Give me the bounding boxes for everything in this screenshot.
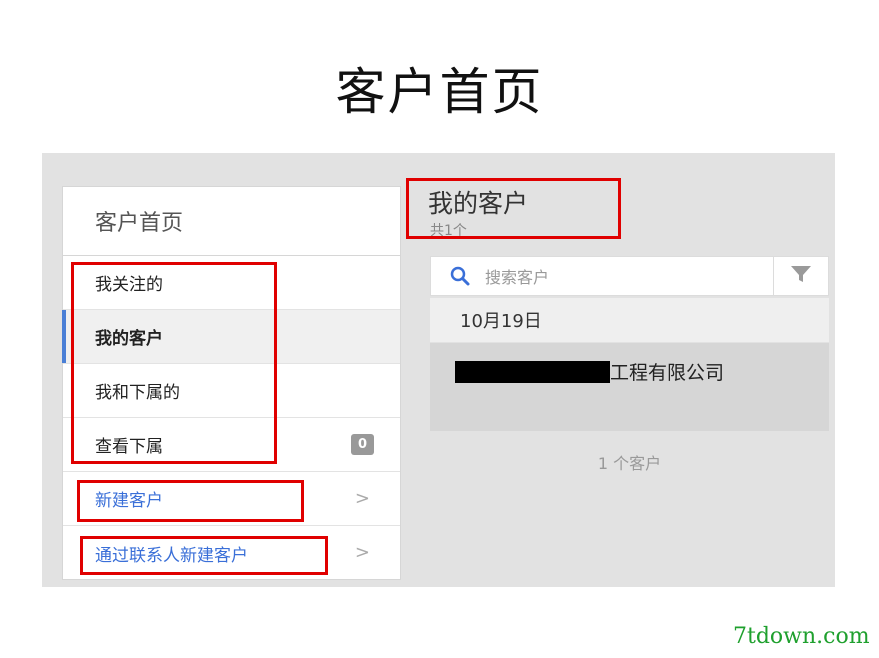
chevron-right-icon: >	[354, 542, 370, 563]
watermark: 7tdown.com	[733, 624, 870, 649]
chevron-right-icon: >	[354, 488, 370, 509]
search-input[interactable]: 搜索客户	[430, 256, 774, 296]
total-count: 1 个客户	[597, 454, 662, 473]
filter-icon	[789, 264, 813, 288]
annotation-box-nav	[71, 262, 277, 464]
date-group-header: 10月19日	[430, 298, 829, 342]
left-panel-header: 客户首页	[63, 187, 400, 256]
search-icon	[449, 265, 471, 287]
redaction-bar	[455, 361, 610, 383]
count-badge: 0	[351, 434, 374, 455]
annotation-box-new-from-contact	[80, 536, 328, 575]
annotation-box-title	[406, 178, 621, 239]
slide-title: 客户首页	[335, 63, 544, 121]
filter-button[interactable]	[773, 256, 829, 296]
annotation-box-new-customer	[77, 480, 304, 522]
customer-name: 工程有限公司	[610, 362, 725, 384]
customer-list-item[interactable]: 工程有限公司	[430, 343, 829, 431]
search-placeholder: 搜索客户	[485, 268, 550, 287]
